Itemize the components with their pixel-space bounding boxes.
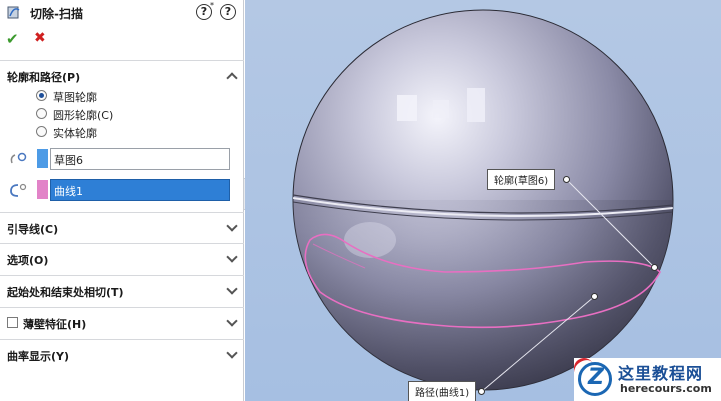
help-icon[interactable]: ?: [220, 4, 236, 20]
radio-button[interactable]: [36, 108, 47, 119]
profile-callout[interactable]: 轮廓(草图6): [487, 169, 556, 190]
section-curvature-display-label: 曲率显示(Y): [7, 350, 70, 363]
site-watermark-logo: Z 这里教程网 herecours.com: [570, 354, 721, 401]
path-callout-text: 路径(曲线1): [415, 388, 470, 399]
profile-anchor-point[interactable]: [651, 264, 658, 271]
path-selection-box[interactable]: 曲线1: [50, 179, 230, 201]
radio-label: 圆形轮廓(C): [53, 109, 114, 122]
path-selection-row: 曲线1: [0, 179, 244, 201]
profile-icon: [10, 152, 27, 164]
section-profile-path[interactable]: 轮廓和路径(P): [0, 60, 244, 90]
action-row: ✔ ✖: [0, 30, 244, 50]
profile-callout-text: 轮廓(草图6): [494, 176, 549, 187]
help-star-icon: *: [210, 1, 214, 10]
graphics-viewport[interactable]: 轮廓(草图6) 路径(曲线1): [245, 0, 721, 401]
section-thin-feature[interactable]: 薄壁特征(H): [0, 307, 244, 337]
watermark-z-icon: Z: [588, 365, 604, 390]
cancel-x-icon[interactable]: ✖: [34, 30, 46, 46]
profile-selection-value: 草图6: [54, 154, 83, 167]
section-curvature-display[interactable]: 曲率显示(Y): [0, 339, 244, 369]
radio-label: 实体轮廓: [53, 127, 97, 140]
profile-color-swatch: [37, 149, 48, 168]
chevron-down-icon[interactable]: [226, 220, 238, 232]
title-bar: 切除-扫描 ? * ?: [0, 0, 244, 26]
radio-button[interactable]: [36, 126, 47, 137]
path-callout-handle[interactable]: [478, 388, 485, 395]
chevron-down-icon[interactable]: [226, 347, 238, 359]
path-color-swatch: [37, 180, 48, 199]
chevron-down-icon[interactable]: [226, 283, 238, 295]
path-icon: [10, 183, 27, 197]
section-guide-curves-label: 引导线(C): [7, 223, 59, 236]
path-selection-value: 曲线1: [54, 185, 83, 198]
path-callout[interactable]: 路径(曲线1): [408, 381, 477, 401]
profile-selection-box[interactable]: 草图6: [50, 148, 230, 170]
section-guide-curves[interactable]: 引导线(C): [0, 212, 244, 242]
path-anchor-point[interactable]: [591, 293, 598, 300]
sphere-model[interactable]: [245, 0, 721, 401]
chevron-up-icon[interactable]: [226, 72, 238, 84]
radio-label: 草图轮廓: [53, 91, 97, 104]
panel-title: 切除-扫描: [30, 7, 83, 21]
profile-callout-handle[interactable]: [563, 176, 570, 183]
chevron-down-icon[interactable]: [226, 315, 238, 327]
section-thin-feature-label: 薄壁特征(H): [23, 318, 87, 331]
watermark-en-text: herecours.com: [620, 382, 712, 395]
section-start-end-tangency[interactable]: 起始处和结束处相切(T): [0, 275, 244, 305]
property-manager-panel: 切除-扫描 ? * ? ✔ ✖ 轮廓和路径(P) 草图轮廓 圆形轮廓(C) 实体…: [0, 0, 244, 401]
section-start-end-tangency-label: 起始处和结束处相切(T): [7, 286, 124, 299]
ok-check-icon[interactable]: ✔: [6, 30, 19, 48]
profile-selection-row: 草图6: [0, 148, 244, 170]
chevron-down-icon[interactable]: [226, 251, 238, 263]
watermark-cn-text: 这里教程网: [618, 364, 704, 383]
section-options[interactable]: 选项(O): [0, 243, 244, 273]
section-profile-path-label: 轮廓和路径(P): [7, 71, 81, 84]
section-options-label: 选项(O): [7, 254, 49, 267]
thin-feature-checkbox[interactable]: [7, 317, 18, 328]
radio-button-selected[interactable]: [36, 90, 47, 101]
sweep-cut-icon: [7, 6, 20, 19]
